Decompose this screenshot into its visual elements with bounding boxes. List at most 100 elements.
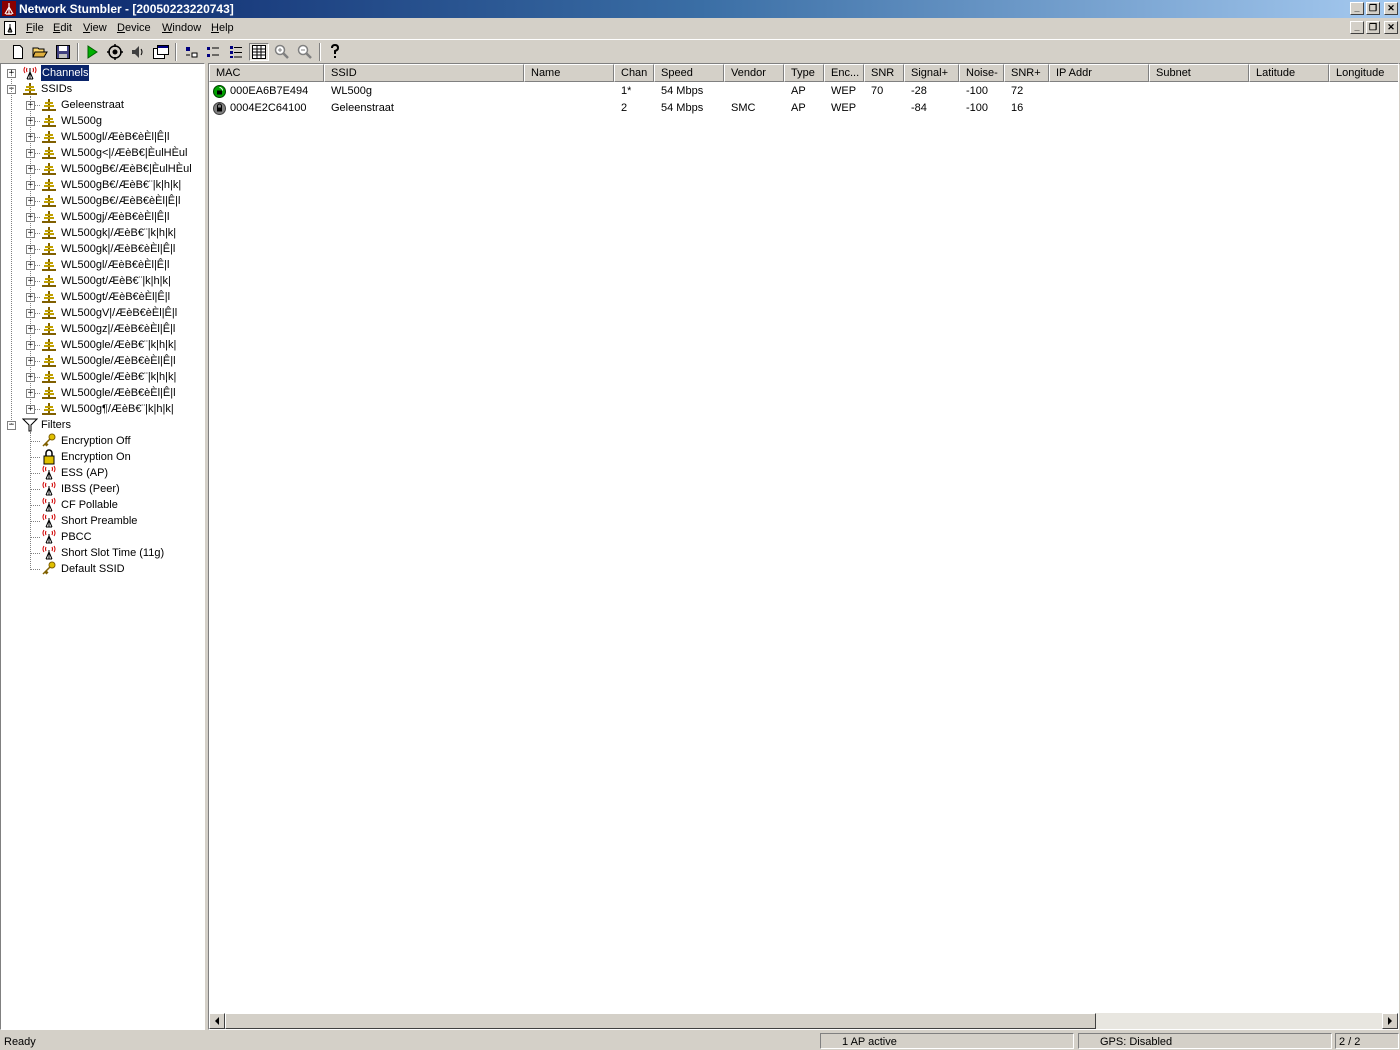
status-count: 2 / 2	[1335, 1033, 1399, 1049]
menu-window[interactable]: Window	[160, 19, 203, 37]
scroll-left-button[interactable]	[209, 1013, 225, 1029]
menu-help[interactable]: Help	[209, 19, 236, 37]
antenna-icon	[41, 529, 57, 545]
menu-edit[interactable]: Edit	[51, 19, 74, 37]
tree-item-ssid[interactable]: + WL500gB€/ÆèB€èÈl|Ê|l	[1, 193, 201, 209]
tree-item-ssid[interactable]: + WL500gle/ÆèB€¨|k|h|k|	[1, 337, 201, 353]
tree-item-label: WL500gle/ÆèB€èÈl|Ê|l	[61, 355, 176, 367]
properties-icon[interactable]	[151, 43, 171, 61]
child-restore-button[interactable]: ❐	[1366, 21, 1380, 34]
tree-item-ssid[interactable]: + WL500gk|/ÆèB€èÈl|Ê|l	[1, 241, 201, 257]
tree-item-ssid[interactable]: + WL500g	[1, 113, 201, 129]
tree-item-ssid[interactable]: + WL500gt/ÆèB€¨|k|h|k|	[1, 273, 201, 289]
column-header-ip-addr[interactable]: IP Addr	[1049, 64, 1149, 82]
column-header-subnet[interactable]: Subnet	[1149, 64, 1249, 82]
toolbar	[0, 39, 1400, 64]
details-view-icon[interactable]	[249, 43, 269, 61]
ssid-icon	[41, 385, 57, 401]
document-icon[interactable]	[3, 21, 17, 35]
restore-button[interactable]: ❐	[1366, 2, 1380, 15]
menu-view[interactable]: View	[81, 19, 109, 37]
small-icons-icon[interactable]	[203, 43, 223, 61]
tree-item-ssid[interactable]: + Geleenstraat	[1, 97, 201, 113]
cell-signal: -28	[911, 85, 927, 97]
list-view-icon[interactable]	[226, 43, 246, 61]
lock-icon	[41, 449, 57, 465]
speaker-icon[interactable]	[128, 43, 148, 61]
tree-view[interactable]: + Channels − SSIDs + Geleenstraat + WL500g + WL50…	[0, 63, 205, 1030]
horizontal-scrollbar[interactable]	[209, 1013, 1398, 1029]
signal-inactive-icon	[213, 102, 226, 115]
tree-item-ssid[interactable]: + WL500gle/ÆèB€èÈl|Ê|l	[1, 385, 201, 401]
tree-item-label: WL500gl/ÆèB€èÈl|Ê|l	[61, 259, 170, 271]
column-header-chan[interactable]: Chan	[614, 64, 654, 82]
ssid-icon	[41, 305, 57, 321]
tree-item-ssid[interactable]: + WL500g<|/ÆèB€|ÈulHÈul	[1, 145, 201, 161]
tree-item-ssid[interactable]: + WL500gl/ÆèB€èÈl|Ê|l	[1, 257, 201, 273]
play-icon[interactable]	[82, 43, 102, 61]
column-header-longitude[interactable]: Longitude	[1329, 64, 1398, 82]
tree-item-filters[interactable]: − Filters	[1, 417, 201, 433]
ssid-icon	[41, 401, 57, 417]
column-header-enc[interactable]: Enc...	[824, 64, 864, 82]
title-bar[interactable]: Network Stumbler - [20050223220743] _ ❐ …	[0, 0, 1400, 18]
tree-item-ssid[interactable]: + WL500gle/ÆèB€¨|k|h|k|	[1, 369, 201, 385]
column-header-type[interactable]: Type	[784, 64, 824, 82]
network-stumbler-icon[interactable]	[2, 1, 16, 16]
column-header-mac[interactable]: MAC	[209, 64, 324, 82]
tree-item-ssid[interactable]: + WL500gl/ÆèB€èÈl|Ê|l	[1, 129, 201, 145]
tree-item-label: WL500gle/ÆèB€èÈl|Ê|l	[61, 387, 176, 399]
tree-item-ssid[interactable]: + WL500gk|/ÆèB€¨|k|h|k|	[1, 225, 201, 241]
tree-item-ssids[interactable]: − SSIDs	[1, 81, 201, 97]
tree-item-ssid[interactable]: + WL500gj/ÆèB€èÈl|Ê|l	[1, 209, 201, 225]
zoom-in-icon[interactable]	[272, 43, 292, 61]
tree-item-ssid[interactable]: + WL500gz|/ÆèB€èÈl|Ê|l	[1, 321, 201, 337]
column-header-speed[interactable]: Speed	[654, 64, 724, 82]
tree-item-label: WL500gV|/ÆèB€èÈl|Ê|l	[61, 307, 178, 319]
cell-speed: 54 Mbps	[661, 85, 704, 97]
child-minimize-button[interactable]: _	[1350, 21, 1364, 34]
help-icon[interactable]	[325, 43, 345, 61]
tree-item-ssid[interactable]: + WL500g¶/ÆèB€¨|k|h|k|	[1, 401, 201, 417]
scroll-right-button[interactable]	[1382, 1013, 1398, 1029]
cell-snr-plus: 16	[1011, 102, 1024, 114]
column-header-noise[interactable]: Noise-	[959, 64, 1004, 82]
cell-type: AP	[791, 102, 806, 114]
column-header-signal[interactable]: Signal+	[904, 64, 959, 82]
ssid-icon	[41, 97, 57, 113]
close-button[interactable]: ✕	[1384, 2, 1398, 15]
open-icon[interactable]	[30, 43, 50, 61]
column-header-ssid[interactable]: SSID	[324, 64, 524, 82]
tree-item-ssid[interactable]: + WL500gB€/ÆèB€|ÈulHÈul	[1, 161, 201, 177]
ap-row[interactable]: 000EA6B7E494 WL500g 1* 54 Mbps AP WEP 70…	[209, 83, 1398, 100]
auto-configure-icon[interactable]	[105, 43, 125, 61]
status-gps: GPS: Disabled	[1078, 1033, 1332, 1049]
ap-row[interactable]: 0004E2C64100 Geleenstraat 2 54 Mbps SMC …	[209, 100, 1398, 117]
menu-device[interactable]: Device	[115, 19, 153, 37]
antenna-icon	[41, 481, 57, 497]
column-header-vendor[interactable]: Vendor	[724, 64, 784, 82]
tree-item-ssid[interactable]: + WL500gV|/ÆèB€èÈl|Ê|l	[1, 305, 201, 321]
tree-item-label: CF Pollable	[61, 499, 118, 511]
tree-item-channels[interactable]: + Channels	[1, 64, 201, 82]
new-icon[interactable]	[8, 43, 28, 61]
tree-item-ssid[interactable]: + WL500gt/ÆèB€èÈl|Ê|l	[1, 289, 201, 305]
minimize-button[interactable]: _	[1350, 2, 1364, 15]
ap-list-view[interactable]: MAC SSID Name Chan Speed Vendor Type Enc…	[208, 63, 1399, 1030]
scrollbar-thumb[interactable]	[225, 1013, 1096, 1029]
ssid-icon	[41, 145, 57, 161]
zoom-out-icon[interactable]	[295, 43, 315, 61]
column-header-latitude[interactable]: Latitude	[1249, 64, 1329, 82]
cell-chan: 1*	[621, 85, 632, 97]
save-icon[interactable]	[53, 43, 73, 61]
cell-snr: 70	[871, 85, 884, 97]
column-header-snr[interactable]: SNR	[864, 64, 904, 82]
menu-file[interactable]: File	[24, 19, 46, 37]
column-header-name[interactable]: Name	[524, 64, 614, 82]
tree-item-ssid[interactable]: + WL500gle/ÆèB€èÈl|Ê|l	[1, 353, 201, 369]
tree-item-ssid[interactable]: + WL500gB€/ÆèB€¨|k|h|k|	[1, 177, 201, 193]
column-header-snr-plus[interactable]: SNR+	[1004, 64, 1049, 82]
large-icons-icon[interactable]	[181, 43, 201, 61]
ssid-icon	[41, 257, 57, 273]
child-close-button[interactable]: ✕	[1384, 21, 1398, 34]
